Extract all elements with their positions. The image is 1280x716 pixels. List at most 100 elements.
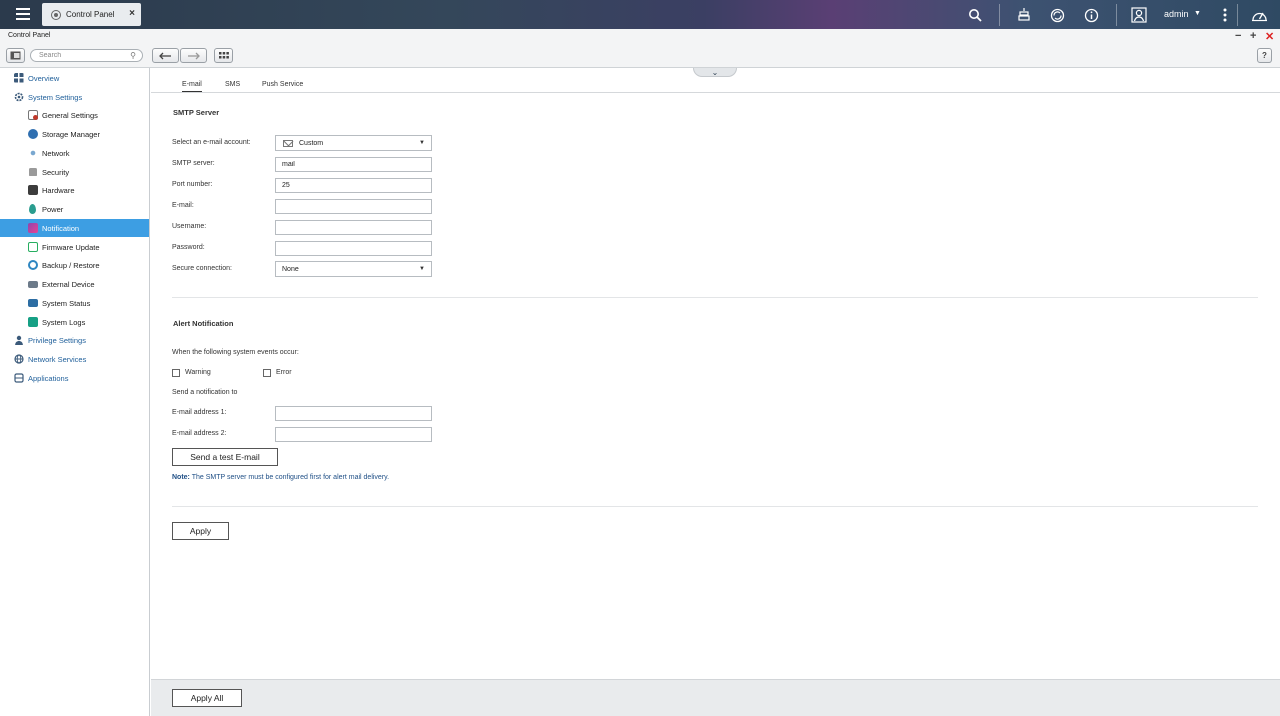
section-divider <box>172 506 1258 507</box>
minimize-icon[interactable]: − <box>1235 30 1241 42</box>
sidebar-item-network-services[interactable]: Network Services <box>0 350 149 368</box>
note-prefix: Note: <box>172 474 190 481</box>
sidebar: Overview System Settings General Setting… <box>0 68 150 716</box>
sidebar-toggle-button[interactable] <box>6 48 25 63</box>
sidebar-item-overview[interactable]: Overview <box>0 69 149 87</box>
dashboard-icon[interactable] <box>1250 6 1268 24</box>
sidebar-item-external-device[interactable]: External Device <box>0 275 149 293</box>
sidebar-item-label: Network <box>42 148 70 158</box>
sidebar-item-label: External Device <box>42 279 95 289</box>
back-button[interactable] <box>152 48 179 63</box>
sidebar-item-label: Overview <box>28 73 60 83</box>
dropdown-caret-icon: ▼ <box>419 140 425 146</box>
sidebar-item-label: Storage Manager <box>42 129 100 139</box>
sidebar-item-label: Firmware Update <box>42 242 100 252</box>
power-icon <box>29 204 36 214</box>
sidebar-item-security[interactable]: Security <box>0 163 149 181</box>
sidebar-item-general-settings[interactable]: General Settings <box>0 106 149 124</box>
secure-connection-select[interactable]: None ▼ <box>275 261 432 277</box>
sidebar-item-power[interactable]: Power <box>0 200 149 218</box>
sidebar-item-hardware[interactable]: Hardware <box>0 181 149 199</box>
tab-divider <box>151 92 1280 93</box>
note-text: The SMTP server must be configured first… <box>189 474 390 481</box>
port-label: Port number: <box>172 181 213 188</box>
sidebar-item-label: System Logs <box>42 317 86 327</box>
tab-push-service[interactable]: Push Service <box>262 81 303 91</box>
password-label: Password: <box>172 244 205 251</box>
app-tab-control-panel[interactable]: Control Panel × <box>42 3 141 26</box>
sidebar-item-label: General Settings <box>42 110 98 120</box>
toolbar: ⚲ ? <box>0 44 1280 68</box>
sidebar-item-storage-manager[interactable]: Storage Manager <box>0 125 149 143</box>
maximize-icon[interactable]: + <box>1250 30 1256 42</box>
sidebar-item-label: Network Services <box>28 354 87 364</box>
email-address-2-input[interactable] <box>275 427 432 442</box>
smtp-server-input[interactable] <box>275 157 432 172</box>
search-input[interactable] <box>39 50 129 61</box>
info-icon[interactable] <box>1082 6 1100 24</box>
background-tasks-icon[interactable] <box>1015 6 1033 24</box>
top-bar: Control Panel × admin ▼ <box>0 0 1280 29</box>
email-address-1-input[interactable] <box>275 406 432 421</box>
send-to-label: Send a notification to <box>172 389 238 396</box>
sidebar-item-label: Power <box>42 204 64 214</box>
system-status-icon <box>28 299 38 307</box>
system-logs-icon <box>28 317 38 327</box>
grid-view-button[interactable] <box>214 48 233 63</box>
sidebar-item-notification[interactable]: Notification <box>0 219 149 237</box>
close-tab-icon[interactable]: × <box>129 8 135 19</box>
search-icon[interactable]: ⚲ <box>130 51 136 60</box>
overview-icon <box>14 73 24 83</box>
sidebar-item-label: Backup / Restore <box>42 260 100 270</box>
network-icon <box>28 148 38 158</box>
notification-icon <box>28 223 38 233</box>
sidebar-item-privilege-settings[interactable]: Privilege Settings <box>0 331 149 349</box>
menu-icon[interactable] <box>13 5 33 23</box>
account-label: Select an e-mail account: <box>172 139 251 146</box>
sidebar-item-label: System Settings <box>28 92 83 102</box>
smtp-server-label: SMTP server: <box>172 160 215 167</box>
forward-button[interactable] <box>180 48 207 63</box>
sidebar-item-system-settings[interactable]: System Settings <box>0 88 149 106</box>
smtp-section-title: SMTP Server <box>173 108 220 117</box>
email-address-2-label: E-mail address 2: <box>172 430 227 437</box>
apply-all-button[interactable]: Apply All <box>172 689 242 707</box>
more-options-icon[interactable] <box>1216 6 1234 24</box>
search-icon[interactable] <box>966 6 984 24</box>
apply-button[interactable]: Apply <box>172 522 229 540</box>
close-window-icon[interactable]: ✕ <box>1265 30 1274 43</box>
sidebar-item-system-status[interactable]: System Status <box>0 294 149 312</box>
sidebar-item-applications[interactable]: Applications <box>0 369 149 387</box>
chevron-down-icon[interactable]: ▼ <box>1194 10 1201 17</box>
hardware-icon <box>28 185 38 195</box>
sidebar-item-network[interactable]: Network <box>0 144 149 162</box>
help-button[interactable]: ? <box>1257 48 1272 63</box>
error-checkbox[interactable] <box>263 369 271 377</box>
search-field[interactable]: ⚲ <box>30 49 143 62</box>
warning-checkbox[interactable] <box>172 369 180 377</box>
user-name[interactable]: admin <box>1164 9 1189 19</box>
main-content: ⌄ E-mail SMS Push Service SMTP Server Se… <box>151 68 1280 716</box>
top-divider <box>999 4 1000 26</box>
username-label: Username: <box>172 223 207 230</box>
user-avatar-icon[interactable] <box>1130 6 1148 24</box>
sidebar-item-system-logs[interactable]: System Logs <box>0 313 149 331</box>
top-divider <box>1116 4 1117 26</box>
sidebar-item-backup-restore[interactable]: Backup / Restore <box>0 256 149 274</box>
port-input[interactable] <box>275 178 432 193</box>
email-input[interactable] <box>275 199 432 214</box>
sidebar-item-firmware-update[interactable]: Firmware Update <box>0 238 149 256</box>
collapse-handle[interactable]: ⌄ <box>693 68 737 77</box>
tab-sms[interactable]: SMS <box>225 81 240 91</box>
section-divider <box>172 297 1258 298</box>
sidebar-item-label: Security <box>42 167 70 177</box>
sidebar-item-label: System Status <box>42 298 91 308</box>
email-account-select[interactable]: Custom ▼ <box>275 135 432 151</box>
username-input[interactable] <box>275 220 432 235</box>
sync-icon[interactable] <box>1048 6 1066 24</box>
firmware-update-icon <box>28 242 38 252</box>
password-input[interactable] <box>275 241 432 256</box>
send-test-email-button[interactable]: Send a test E-mail <box>172 448 278 466</box>
globe-icon <box>14 354 24 364</box>
chevron-down-icon: ⌄ <box>711 67 719 77</box>
